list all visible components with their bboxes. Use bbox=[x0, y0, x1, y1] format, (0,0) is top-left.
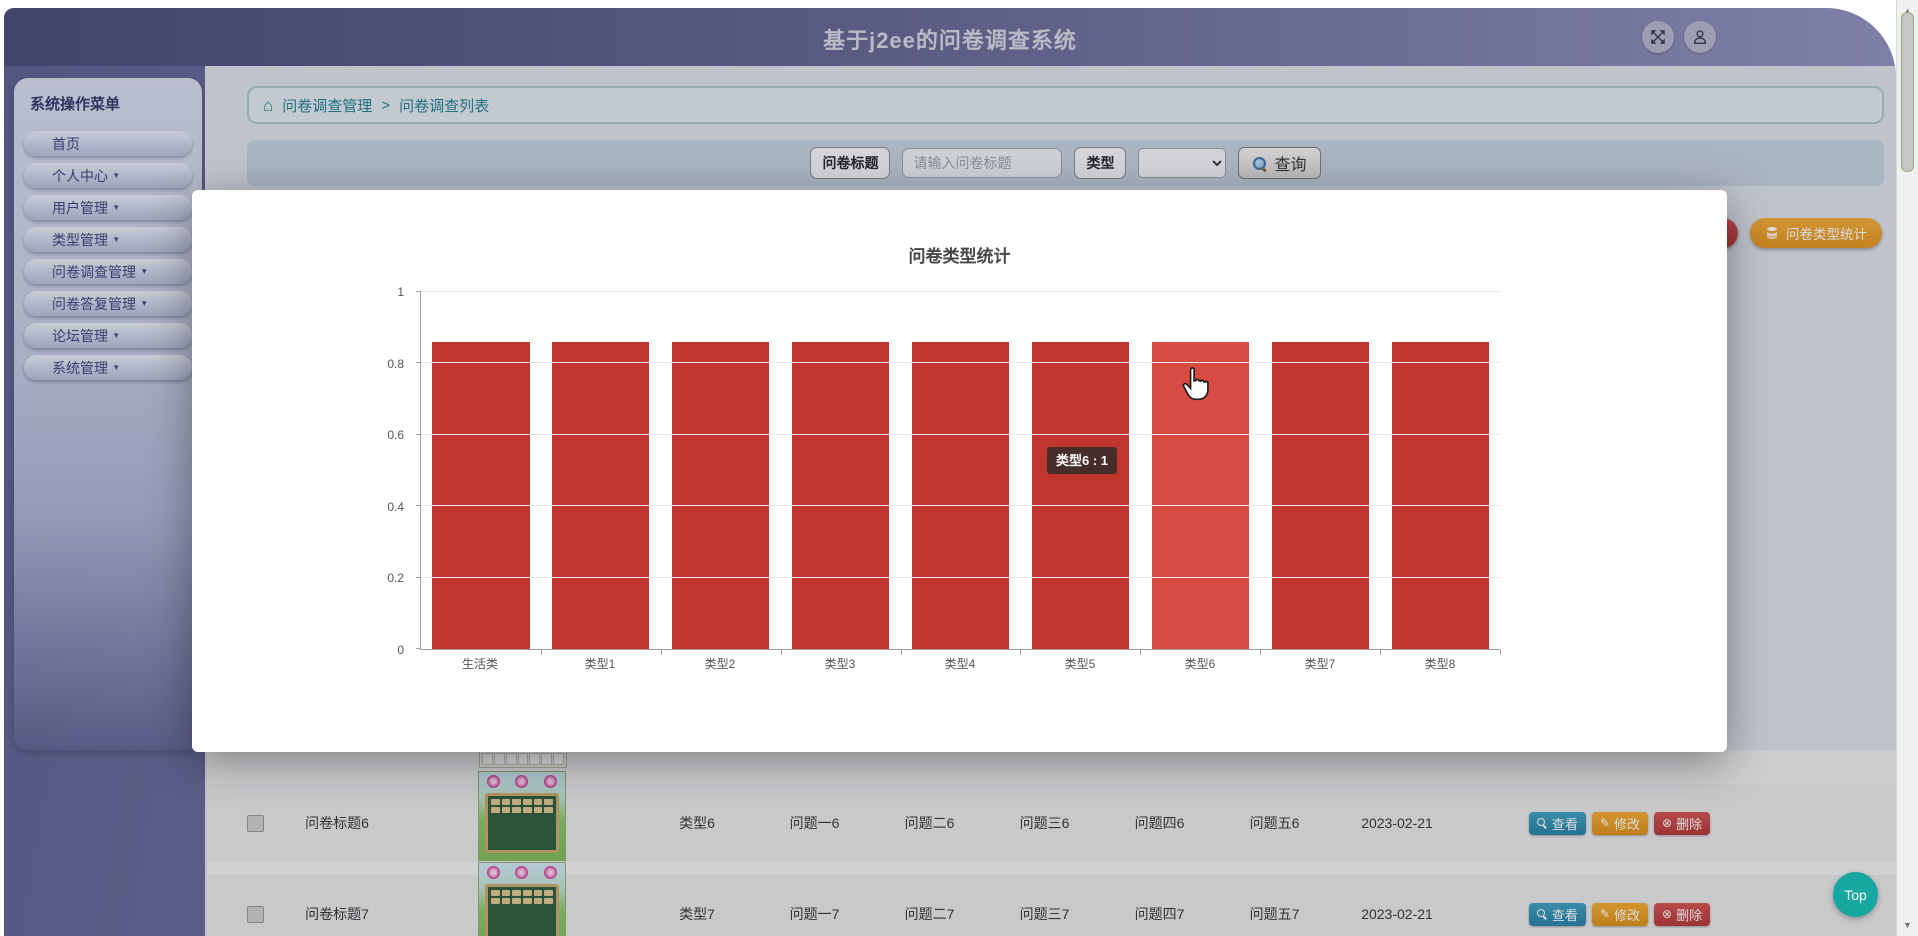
chart-tooltip: 类型6 : 1 bbox=[1047, 447, 1118, 474]
y-tick-label: 0.8 bbox=[387, 356, 404, 371]
x-tick-label: 类型1 bbox=[584, 657, 616, 671]
chart-title: 问卷类型统计 bbox=[908, 247, 1011, 266]
bar-类型4[interactable] bbox=[911, 341, 1010, 649]
x-tick-label: 类型3 bbox=[824, 657, 856, 671]
x-tick-label: 类型8 bbox=[1424, 657, 1456, 671]
x-tick-label: 类型4 bbox=[944, 657, 976, 671]
page: 基于j2ee的问卷调查系统 系统操作菜单 首页 个人中心 ▾ 用户管理 ▾ 类型… bbox=[0, 0, 1918, 936]
back-to-top-button[interactable]: Top bbox=[1833, 872, 1878, 917]
page-scrollbar[interactable]: ▲ ▼ bbox=[1896, 0, 1918, 936]
y-tick-label: 0.4 bbox=[387, 499, 404, 514]
stats-modal: 问卷类型统计 0 0.2 0.4 0.6 0.8 1 类型6 : 1 生活类 类型1 类型2 类… bbox=[192, 190, 1727, 752]
bar-chart: 类型6 : 1 bbox=[416, 291, 1501, 655]
x-tick-label: 类型5 bbox=[1064, 657, 1096, 671]
x-tick-label: 类型7 bbox=[1304, 657, 1336, 671]
y-tick-label: 1 bbox=[397, 285, 404, 299]
bar-类型5[interactable] bbox=[1031, 341, 1129, 649]
y-tick-label: 0.2 bbox=[387, 571, 404, 586]
x-tick-label: 生活类 bbox=[461, 657, 498, 671]
y-axis: 0 0.2 0.4 0.6 0.8 1 bbox=[362, 285, 412, 657]
bar-类型2[interactable] bbox=[672, 341, 770, 649]
bar-类型8[interactable] bbox=[1391, 341, 1489, 649]
scrollbar-thumb[interactable] bbox=[1901, 12, 1914, 172]
bar-类型3[interactable] bbox=[792, 341, 890, 649]
scroll-down-icon[interactable]: ▼ bbox=[1897, 920, 1918, 930]
y-tick-label: 0.6 bbox=[387, 428, 404, 443]
x-tick-label: 类型2 bbox=[704, 657, 736, 671]
hand-cursor-icon bbox=[1179, 366, 1209, 401]
bar-类型1[interactable] bbox=[552, 341, 650, 649]
bar-类型7[interactable] bbox=[1271, 341, 1369, 649]
y-tick-label: 0 bbox=[397, 643, 404, 657]
x-axis-labels: 生活类 类型1 类型2 类型3 类型4 类型5 类型6 类型7 类型8 bbox=[420, 655, 1500, 672]
x-tick-label: 类型6 bbox=[1184, 657, 1216, 671]
bar-生活类[interactable] bbox=[432, 341, 530, 649]
